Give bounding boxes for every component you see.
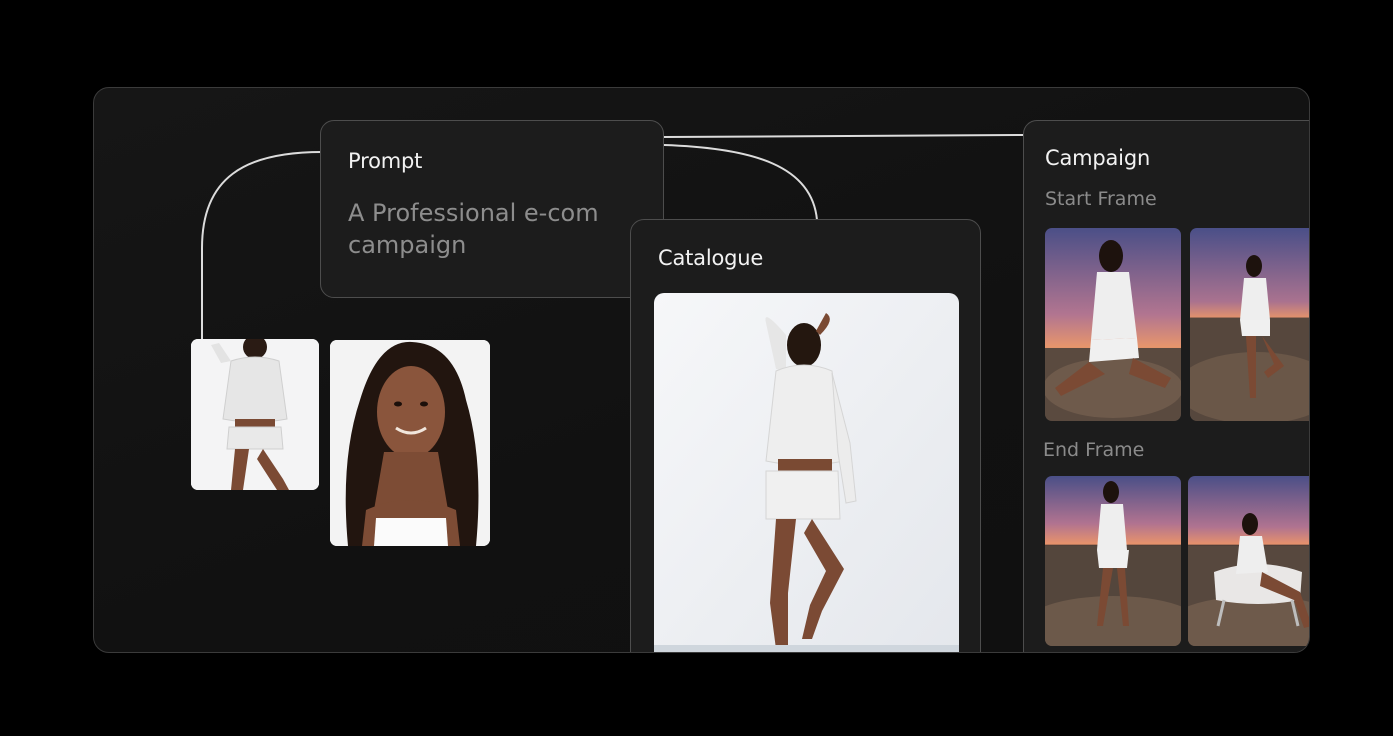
wire-prompt-to-reference	[201, 151, 323, 343]
end-frame-image-2[interactable]	[1188, 476, 1309, 646]
campaign-node[interactable]: Campaign Start Frame End Frame	[1023, 120, 1309, 652]
prompt-node-title: Prompt	[348, 149, 423, 173]
model-full-body-icon	[191, 339, 319, 490]
campaign-node-title: Campaign	[1045, 146, 1151, 170]
catalogue-photo-icon	[654, 293, 959, 652]
catalogue-node-title: Catalogue	[658, 246, 764, 270]
prompt-node[interactable]: Prompt A Professional e-com campaign	[320, 120, 664, 298]
desert-sunset-photo-icon	[1190, 228, 1309, 421]
start-frame-image-2[interactable]	[1190, 228, 1309, 421]
catalogue-node[interactable]: Catalogue	[630, 219, 981, 652]
wire-prompt-to-campaign	[663, 134, 1025, 138]
start-frame-label: Start Frame	[1045, 188, 1157, 210]
start-frame-image-1[interactable]	[1045, 228, 1181, 421]
catalogue-image[interactable]	[654, 293, 959, 652]
wire-prompt-to-catalogue	[663, 144, 818, 221]
desert-sunset-photo-icon	[1188, 476, 1309, 646]
model-portrait-icon	[330, 340, 490, 546]
end-frame-image-1[interactable]	[1045, 476, 1181, 646]
desert-sunset-photo-icon	[1045, 476, 1181, 646]
end-frame-label: End Frame	[1043, 439, 1145, 461]
workflow-canvas[interactable]: Prompt A Professional e-com campaign Cat…	[93, 87, 1310, 653]
reference-face-image[interactable]	[330, 340, 490, 546]
desert-sunset-photo-icon	[1045, 228, 1181, 421]
prompt-text[interactable]: A Professional e-com campaign	[348, 197, 638, 261]
reference-outfit-image[interactable]	[191, 339, 319, 490]
